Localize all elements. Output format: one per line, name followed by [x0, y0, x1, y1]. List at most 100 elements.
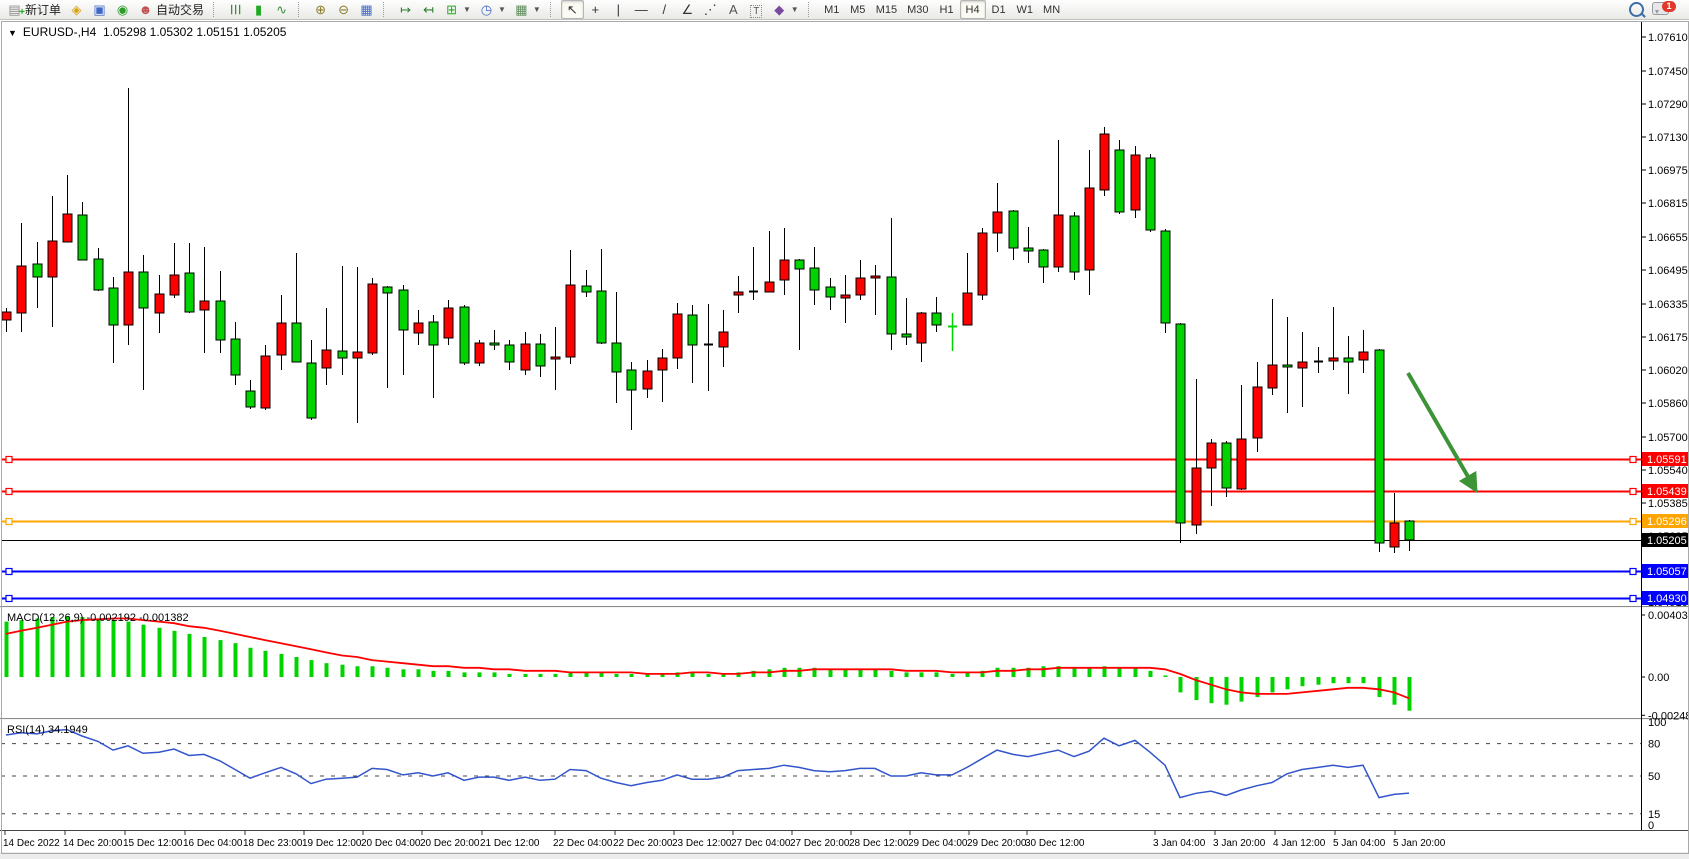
svg-text:5 Jan 20:00: 5 Jan 20:00: [1393, 838, 1446, 849]
svg-text:0.00: 0.00: [1648, 672, 1669, 684]
text-button[interactable]: A: [722, 0, 745, 19]
dropdown-caret-icon[interactable]: ▼: [533, 5, 541, 14]
price-tag-1.05439: 1.05439: [1642, 484, 1688, 498]
svg-text:14 Dec 20:00: 14 Dec 20:00: [63, 838, 123, 849]
periodicity-button[interactable]: ◷▼: [475, 0, 510, 19]
timeframe-d1[interactable]: D1: [986, 0, 1012, 19]
svg-text:29 Dec 04:00: 29 Dec 04:00: [908, 838, 968, 849]
clock-icon: ◷: [479, 2, 494, 17]
svg-text:1.07450: 1.07450: [1648, 66, 1688, 78]
zoom-out-button[interactable]: ⊖: [332, 0, 355, 19]
timeframe-w1-label: W1: [1017, 4, 1034, 16]
collapse-triangle-icon[interactable]: ▼: [8, 28, 17, 38]
timeframe-m1-label: M1: [824, 4, 839, 16]
timeframe-mn[interactable]: MN: [1038, 0, 1065, 19]
crosshair-icon: +: [588, 2, 603, 17]
svg-text:100: 100: [1648, 717, 1666, 729]
svg-text:0.004032: 0.004032: [1648, 610, 1689, 622]
timeframe-m5-label: M5: [850, 4, 865, 16]
hline-button[interactable]: —: [630, 0, 653, 19]
new-order-button-label: 新订单: [25, 1, 61, 18]
chart-symbol-period: EURUSD-,H4: [23, 25, 96, 39]
signal-green-icon: ◉: [115, 2, 130, 17]
market-watch-button[interactable]: ▣: [88, 0, 111, 19]
candle-chart-button[interactable]: ▮: [247, 0, 270, 19]
chart-style-button[interactable]: ▦▼: [510, 0, 545, 19]
chart-canvas[interactable]: ▼EURUSD-,H4 1.05298 1.05302 1.05151 1.05…: [0, 21, 1689, 859]
chart-shift-button[interactable]: ↤: [417, 0, 440, 19]
notification-badge: 1: [1662, 1, 1676, 12]
svg-text:1.06335: 1.06335: [1648, 299, 1688, 311]
timeframe-mn-label: MN: [1043, 4, 1060, 16]
svg-text:1.05700: 1.05700: [1648, 432, 1688, 444]
auto-trading-button[interactable]: ☻自动交易: [134, 0, 208, 19]
cursor-button[interactable]: ↖: [561, 0, 584, 19]
svg-text:1.05057: 1.05057: [1647, 566, 1687, 578]
svg-text:1.06815: 1.06815: [1648, 198, 1688, 210]
svg-text:1.05540: 1.05540: [1648, 465, 1688, 477]
textA-icon: A: [726, 2, 741, 17]
timeframe-m30-label: M30: [907, 4, 928, 16]
svg-text:80: 80: [1648, 739, 1660, 751]
line-chart-button[interactable]: ∿: [270, 0, 293, 19]
new-chart-button[interactable]: ⊞▼: [440, 0, 475, 19]
scroll-right-icon: ↦: [398, 2, 413, 17]
svg-text:30 Dec 12:00: 30 Dec 12:00: [1025, 838, 1085, 849]
styler-button[interactable]: ◈: [65, 0, 88, 19]
dropdown-caret-icon[interactable]: ▼: [463, 5, 471, 14]
auto-trading-button-label: 自动交易: [156, 1, 204, 18]
timeframe-m1[interactable]: M1: [819, 0, 845, 19]
svg-text:16 Dec 04:00: 16 Dec 04:00: [183, 838, 243, 849]
monitor-blue-icon: ▣: [92, 2, 107, 17]
price-tag-1.05057: 1.05057: [1642, 564, 1688, 578]
chart-svg[interactable]: 1.076101.074501.072901.071301.069751.068…: [0, 21, 1689, 859]
svg-text:1.05439: 1.05439: [1647, 486, 1687, 498]
timeframe-h1[interactable]: H1: [934, 0, 960, 19]
svg-text:1.05591: 1.05591: [1647, 454, 1687, 466]
svg-text:1.05205: 1.05205: [1647, 535, 1687, 547]
tile-windows-button[interactable]: ▦: [355, 0, 378, 19]
toolbar-separator: [808, 2, 815, 17]
signals-button[interactable]: ◉: [111, 0, 134, 19]
crosshair-button[interactable]: +: [584, 0, 607, 19]
bar-chart-button[interactable]: ☰: [224, 0, 247, 19]
toolbar-separator: [550, 2, 557, 17]
channel-button[interactable]: ⋰: [699, 0, 722, 19]
timeframe-h4[interactable]: H4: [960, 0, 986, 19]
line-green-icon: ∿: [274, 2, 289, 17]
arrows-button[interactable]: ◆▼: [768, 0, 803, 19]
diamond-yellow-icon: ◈: [69, 2, 84, 17]
trading-terminal-window: ▤+新订单◈▣◉☻自动交易☰▮∿⊕⊖▦↦↤⊞▼◷▼▦▼↖+|—/∠⋰AT◆▼M1…: [0, 0, 1689, 859]
auto-scroll-button[interactable]: ↦: [394, 0, 417, 19]
macd-indicator-label: MACD(12,26,9) -0.002192 -0.001382: [7, 612, 189, 624]
notifications-button[interactable]: 1: [1652, 2, 1678, 18]
svg-text:0: 0: [1648, 820, 1654, 832]
svg-text:1.07290: 1.07290: [1648, 99, 1688, 111]
vline-button[interactable]: |: [607, 0, 630, 19]
dropdown-caret-icon[interactable]: ▼: [791, 5, 799, 14]
timeframe-m15[interactable]: M15: [871, 0, 902, 19]
svg-text:14 Dec 2022: 14 Dec 2022: [3, 838, 60, 849]
cursor-icon: ↖: [565, 2, 580, 17]
svg-text:1.06495: 1.06495: [1648, 265, 1688, 277]
svg-text:1.05385: 1.05385: [1648, 498, 1688, 510]
svg-text:27 Dec 20:00: 27 Dec 20:00: [790, 838, 850, 849]
timeframe-m5[interactable]: M5: [845, 0, 871, 19]
shift-left-icon: ↤: [421, 2, 436, 17]
fibo-button[interactable]: ∠: [676, 0, 699, 19]
timeframe-w1[interactable]: W1: [1012, 0, 1039, 19]
timeframe-m30[interactable]: M30: [902, 0, 933, 19]
svg-text:1.06020: 1.06020: [1648, 365, 1688, 377]
dropdown-caret-icon[interactable]: ▼: [498, 5, 506, 14]
trendline-button[interactable]: /: [653, 0, 676, 19]
doc-plus-icon: ▤+: [7, 2, 22, 17]
svg-text:20 Dec 04:00: 20 Dec 04:00: [361, 838, 421, 849]
new-order-button[interactable]: ▤+新订单: [3, 0, 65, 19]
toolbar-separator: [213, 2, 220, 17]
search-icon[interactable]: [1629, 2, 1644, 17]
zoom-in-button[interactable]: ⊕: [309, 0, 332, 19]
hline-icon: —: [634, 2, 649, 17]
svg-text:3 Jan 20:00: 3 Jan 20:00: [1213, 838, 1266, 849]
label-button[interactable]: T: [745, 0, 768, 19]
zoom-in-icon: ⊕: [313, 2, 328, 17]
